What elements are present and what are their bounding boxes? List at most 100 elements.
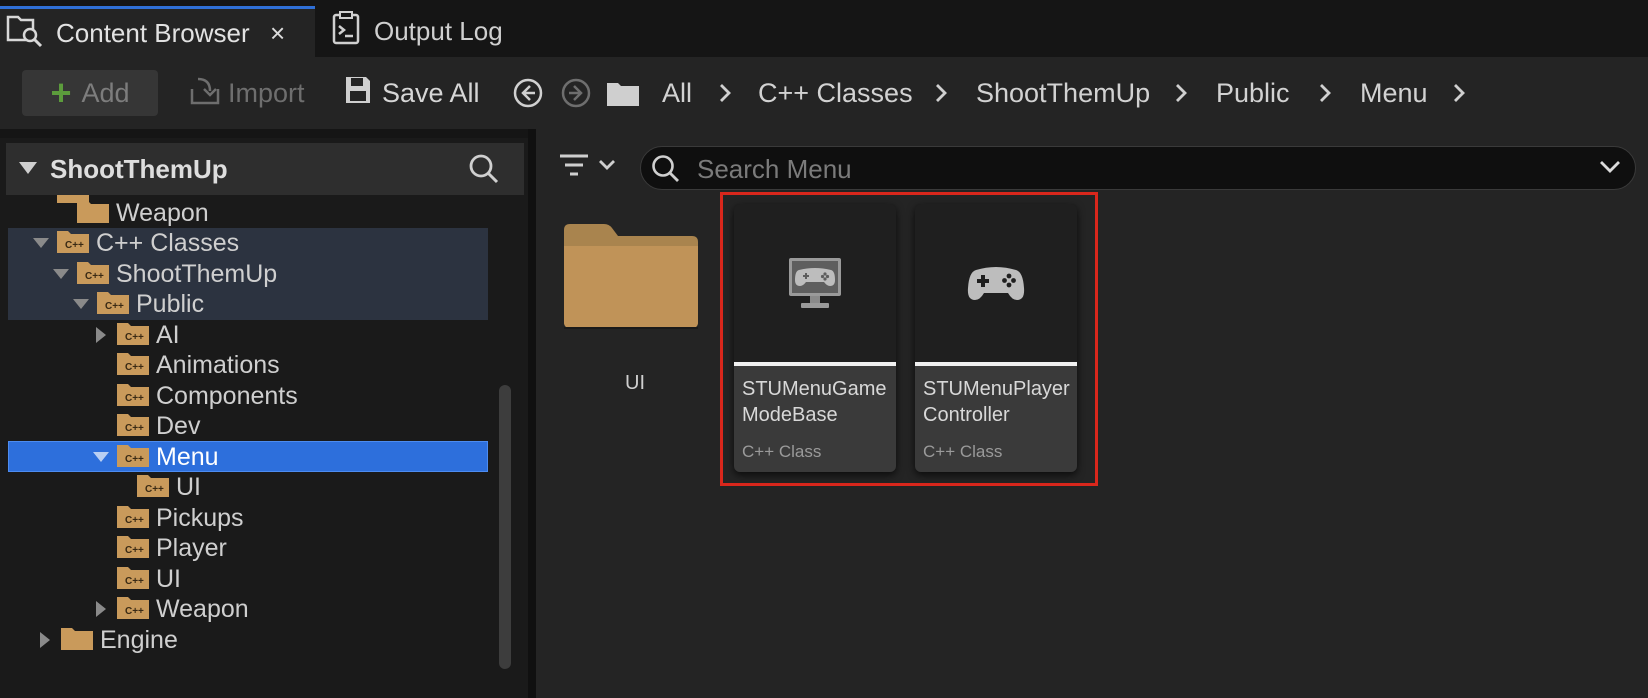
tab-output-log[interactable]: Output Log — [332, 6, 532, 57]
asset-info: STUMenuPlayer Controller C++ Class — [915, 366, 1077, 472]
caret-right-icon[interactable] — [92, 326, 110, 344]
asset-name: STUMenuGame ModeBase — [742, 378, 887, 426]
tree-scrollbar-thumb[interactable] — [499, 385, 511, 669]
tree-row-public[interactable]: C++ Public — [72, 288, 204, 320]
tab-label: Content Browser — [56, 17, 250, 48]
tree-row-label: Weapon — [156, 594, 249, 623]
caret-down-icon[interactable] — [72, 295, 90, 313]
caret-down-icon[interactable] — [52, 265, 70, 283]
svg-text:C++: C++ — [85, 271, 104, 282]
svg-text:C++: C++ — [65, 240, 84, 251]
search-icon — [651, 154, 681, 189]
asset-card-player-controller[interactable]: STUMenuPlayer Controller C++ Class — [915, 204, 1077, 472]
back-button[interactable] — [512, 57, 544, 129]
breadcrumb-public[interactable]: Public — [1216, 57, 1290, 129]
chevron-right-icon[interactable] — [1174, 57, 1188, 129]
svg-text:C++: C++ — [125, 545, 144, 556]
tree-row-label: Engine — [100, 625, 178, 654]
chevron-right-icon[interactable] — [1318, 57, 1332, 129]
import-label: Import — [228, 77, 305, 108]
caret-down-icon[interactable] — [92, 448, 110, 466]
asset-card-game-mode[interactable]: STUMenuGame ModeBase C++ Class — [734, 204, 896, 472]
svg-text:C++: C++ — [125, 423, 144, 434]
tree-title: ShootThemUp — [50, 153, 228, 184]
tree-row-menu-ui[interactable]: C++ UI — [136, 471, 201, 503]
caret-right-icon[interactable] — [92, 600, 110, 618]
svg-text:C++: C++ — [105, 301, 124, 312]
tree-row-cpp-classes[interactable]: C++ C++ Classes — [32, 227, 239, 259]
tree-row-ai[interactable]: C++ AI — [92, 319, 180, 351]
tree-row-label: UI — [176, 472, 201, 501]
tree-row-player[interactable]: C++ Player — [116, 532, 227, 564]
add-label: Add — [81, 77, 130, 108]
svg-text:C++: C++ — [125, 362, 144, 373]
save-all-label: Save All — [382, 77, 480, 108]
forward-button[interactable] — [560, 57, 592, 129]
caret-down-icon[interactable] — [18, 161, 38, 180]
chevron-right-icon[interactable] — [1452, 57, 1466, 129]
tab-bar: Content Browser × Output Log — [0, 0, 1648, 57]
close-icon[interactable]: × — [270, 18, 285, 49]
asset-info: STUMenuGame ModeBase C++ Class — [734, 366, 896, 472]
breadcrumb-menu[interactable]: Menu — [1360, 57, 1428, 129]
tree-row-ui[interactable]: C++ UI — [116, 563, 181, 595]
svg-text:C++: C++ — [125, 576, 144, 587]
tree-row-weapon[interactable]: Weapon — [76, 197, 209, 229]
cpp-folder-icon: C++ — [116, 348, 150, 383]
chevron-right-icon[interactable] — [718, 57, 732, 129]
tree-row-shootthemup[interactable]: C++ ShootThemUp — [52, 258, 277, 290]
breadcrumb-cpp-classes[interactable]: C++ Classes — [758, 57, 913, 129]
filter-icon — [560, 154, 615, 176]
tree-row-label: UI — [156, 564, 181, 593]
tree-row-cpp-weapon[interactable]: C++ Weapon — [92, 593, 249, 625]
plus-icon: + — [50, 72, 72, 113]
toolbar: + Add Import Save All All C++ Classes Sh… — [0, 57, 1648, 129]
asset-thumbnail — [915, 204, 1077, 362]
tab-label: Output Log — [374, 16, 503, 46]
tab-content-browser[interactable]: Content Browser × — [0, 6, 315, 57]
tree-row-label: Dev — [156, 411, 201, 440]
folder-icon[interactable] — [606, 57, 640, 129]
tree-row-pickups[interactable]: C++ Pickups — [116, 502, 244, 534]
chevron-down-icon[interactable] — [1599, 159, 1621, 180]
breadcrumb-shootthemup[interactable]: ShootThemUp — [976, 57, 1150, 129]
tree-row-label: Player — [156, 533, 227, 562]
folder-tree: Weapon C++ C++ Classes C++ ShootThemUp C… — [6, 195, 524, 695]
add-button[interactable]: + Add — [22, 70, 158, 116]
cpp-folder-icon: C++ — [136, 470, 170, 505]
asset-type: C++ Class — [742, 442, 822, 461]
tree-row-label: Menu — [156, 442, 219, 471]
svg-text:C++: C++ — [125, 393, 144, 404]
gamepad-icon — [967, 267, 1025, 300]
filter-button[interactable] — [558, 150, 622, 189]
breadcrumb-all[interactable]: All — [662, 57, 692, 129]
cpp-folder-icon: C++ — [116, 592, 150, 627]
svg-text:C++: C++ — [145, 484, 164, 495]
save-icon — [344, 75, 372, 112]
content-browser-icon — [6, 11, 44, 56]
tree-row-animations[interactable]: C++ Animations — [116, 349, 280, 381]
cpp-folder-icon: C++ — [116, 409, 150, 444]
asset-folder-label: UI — [625, 372, 645, 394]
tree-row-components[interactable]: C++ Components — [116, 380, 298, 412]
chevron-right-icon[interactable] — [934, 57, 948, 129]
svg-text:C++: C++ — [125, 515, 144, 526]
caret-right-icon[interactable] — [36, 631, 54, 649]
save-all-button[interactable]: Save All — [344, 57, 480, 129]
search-input[interactable] — [695, 151, 1579, 187]
tree-row-menu[interactable]: C++ Menu — [92, 441, 219, 473]
search-box[interactable] — [640, 146, 1636, 190]
svg-text:C++: C++ — [125, 454, 144, 465]
tree-row-engine[interactable]: Engine — [36, 624, 178, 656]
search-icon[interactable] — [468, 153, 500, 190]
tree-header[interactable]: ShootThemUp — [6, 143, 524, 195]
asset-type: C++ Class — [923, 442, 1003, 461]
folder-icon — [60, 623, 94, 658]
output-log-icon — [332, 11, 360, 52]
panel-splitter[interactable] — [528, 129, 536, 698]
tree-row-label: C++ Classes — [96, 228, 240, 257]
caret-down-icon[interactable] — [32, 234, 50, 252]
import-button[interactable]: Import — [188, 57, 305, 129]
tree-row-dev[interactable]: C++ Dev — [116, 410, 200, 442]
cpp-folder-icon: C++ — [56, 226, 90, 261]
